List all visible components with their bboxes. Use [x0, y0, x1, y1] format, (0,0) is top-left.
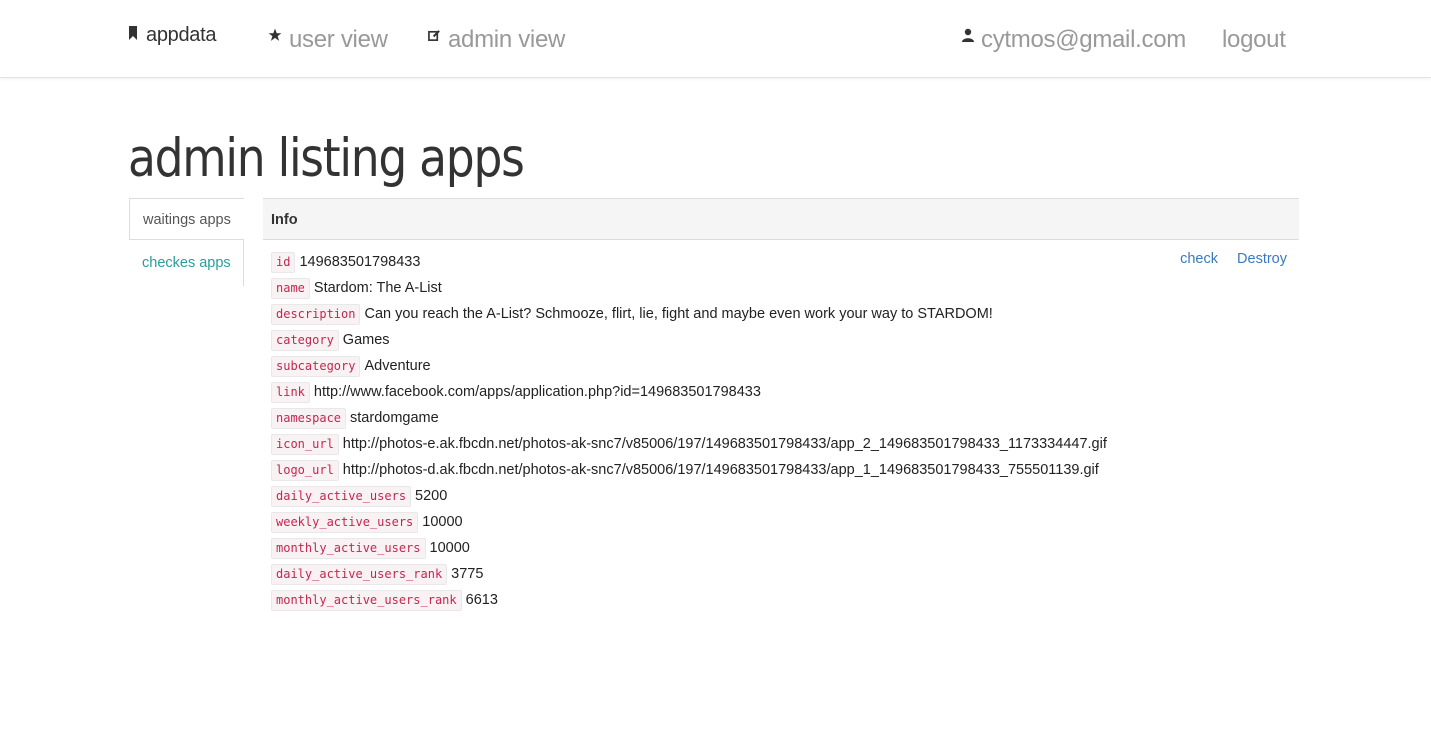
- field-value: http://www.facebook.com/apps/application…: [313, 384, 761, 400]
- field-key: namespace: [271, 407, 347, 429]
- app-tabs: waitings apps checkes apps: [129, 198, 244, 286]
- field-row-link: link http://www.facebook.com/apps/applic…: [271, 379, 1107, 405]
- field-value: 10000: [422, 514, 463, 530]
- field-key: daily_active_users: [271, 485, 412, 507]
- field-key: icon_url: [271, 433, 339, 455]
- field-key: monthly_active_users: [271, 537, 426, 559]
- admin-view-link[interactable]: admin view: [428, 22, 565, 54]
- field-value: 5200: [415, 488, 448, 504]
- user-account-link[interactable]: cytmos@gmail.com: [962, 22, 1186, 54]
- field-row-icon-url: icon_url http://photos-e.ak.fbcdn.net/ph…: [271, 431, 1107, 457]
- field-value: Adventure: [364, 358, 431, 374]
- field-row-id: id 149683501798433: [271, 249, 1107, 275]
- field-value: Stardom: The A-List: [313, 280, 442, 296]
- field-row-daily-active-users: daily_active_users 5200: [271, 483, 1107, 509]
- field-value: http://photos-e.ak.fbcdn.net/photos-ak-s…: [342, 436, 1107, 452]
- field-key: category: [271, 329, 339, 351]
- field-list: id 149683501798433 name Stardom: The A-L…: [271, 249, 1107, 613]
- tab-checkes-apps[interactable]: checkes apps: [129, 240, 244, 286]
- logout-link[interactable]: logout: [1222, 26, 1286, 54]
- brand-label: appdata: [146, 24, 217, 46]
- admin-view-label: admin view: [448, 26, 566, 53]
- bookmark-icon: [129, 26, 137, 40]
- panel-header: Info: [263, 198, 1299, 240]
- page-title: admin listing apps: [128, 128, 525, 189]
- brand-link[interactable]: appdata: [128, 22, 217, 47]
- user-email: cytmos@gmail.com: [981, 26, 1186, 53]
- info-panel: Info check Destroy id 149683501798433 na…: [263, 198, 1299, 611]
- field-value: Can you reach the A-List? Schmooze, flir…: [364, 306, 993, 322]
- field-key: monthly_active_users_rank: [271, 589, 462, 611]
- field-key: weekly_active_users: [271, 511, 419, 533]
- row-actions: check Destroy: [1165, 251, 1287, 267]
- field-key: subcategory: [271, 355, 361, 377]
- star-icon: [268, 28, 282, 41]
- field-key: description: [271, 303, 361, 325]
- field-value: http://photos-d.ak.fbcdn.net/photos-ak-s…: [342, 462, 1099, 478]
- field-value: 3775: [451, 566, 484, 582]
- user-view-link[interactable]: user view: [268, 22, 388, 54]
- user-view-label: user view: [289, 26, 388, 53]
- field-value: 149683501798433: [299, 254, 421, 270]
- field-row-subcategory: subcategory Adventure: [271, 353, 1107, 379]
- destroy-link[interactable]: Destroy: [1237, 251, 1287, 267]
- field-row-monthly-active-users: monthly_active_users 10000: [271, 535, 1107, 561]
- field-value: 10000: [429, 540, 470, 556]
- field-row-logo-url: logo_url http://photos-d.ak.fbcdn.net/ph…: [271, 457, 1107, 483]
- field-value: Games: [342, 332, 390, 348]
- field-row-daily-active-users-rank: daily_active_users_rank 3775: [271, 561, 1107, 587]
- field-row-monthly-active-users-rank: monthly_active_users_rank 6613: [271, 587, 1107, 613]
- tab-waitings-apps[interactable]: waitings apps: [129, 198, 244, 240]
- field-row-name: name Stardom: The A-List: [271, 275, 1107, 301]
- field-row-namespace: namespace stardomgame: [271, 405, 1107, 431]
- field-key: id: [271, 251, 296, 273]
- field-key: link: [271, 381, 310, 403]
- field-row-weekly-active-users: weekly_active_users 10000: [271, 509, 1107, 535]
- check-link[interactable]: check: [1180, 251, 1218, 267]
- field-key: logo_url: [271, 459, 339, 481]
- field-key: daily_active_users_rank: [271, 563, 448, 585]
- field-value: 6613: [465, 592, 498, 608]
- edit-icon: [428, 30, 440, 41]
- top-navbar: appdata user view admin view cytmos@gmai…: [0, 0, 1431, 78]
- field-row-category: category Games: [271, 327, 1107, 353]
- field-row-description: description Can you reach the A-List? Sc…: [271, 301, 1107, 327]
- field-value: stardomgame: [350, 410, 439, 426]
- field-key: name: [271, 277, 310, 299]
- user-icon: [962, 28, 974, 42]
